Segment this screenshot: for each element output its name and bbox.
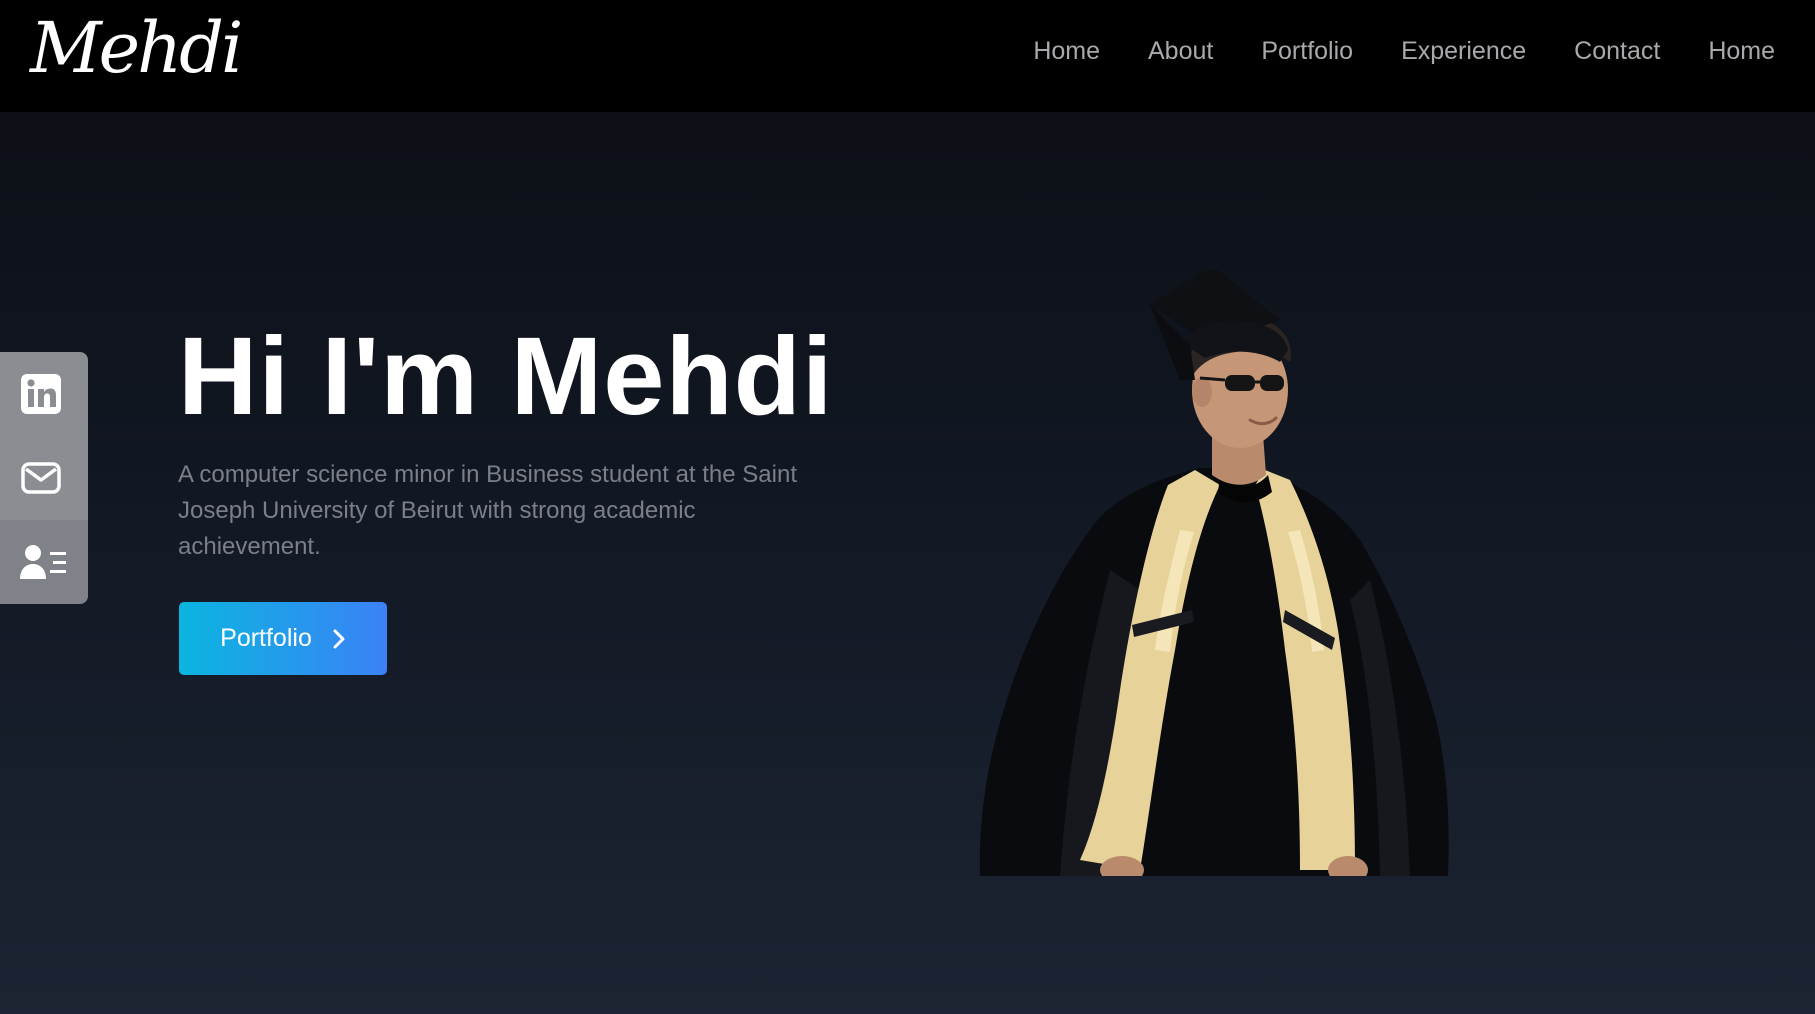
nav-link-portfolio[interactable]: Portfolio bbox=[1261, 34, 1353, 68]
navbar: Mehdi Home About Portfolio Experience Co… bbox=[0, 0, 1815, 112]
nav-link-home[interactable]: Home bbox=[1033, 34, 1100, 68]
mail-icon bbox=[21, 462, 61, 494]
nav-link-about[interactable]: About bbox=[1148, 34, 1213, 68]
resume-link[interactable] bbox=[0, 520, 88, 604]
email-link[interactable] bbox=[0, 436, 88, 520]
portfolio-button[interactable]: Portfolio bbox=[179, 602, 387, 675]
linkedin-icon bbox=[21, 374, 61, 414]
linkedin-link[interactable] bbox=[0, 352, 88, 436]
nav-menu: Home About Portfolio Experience Contact … bbox=[1033, 34, 1775, 68]
chevron-right-icon bbox=[333, 629, 345, 648]
portfolio-button-label: Portfolio bbox=[220, 624, 312, 652]
logo[interactable]: Mehdi bbox=[30, 0, 243, 100]
nav-link-home-2[interactable]: Home bbox=[1708, 34, 1775, 68]
resume-icon bbox=[20, 545, 66, 579]
nav-link-contact[interactable]: Contact bbox=[1574, 34, 1660, 68]
nav-link-experience[interactable]: Experience bbox=[1401, 34, 1526, 68]
hero-title: Hi I'm Mehdi bbox=[178, 315, 834, 438]
profile-photo bbox=[979, 270, 1449, 876]
social-sidebar bbox=[0, 352, 88, 604]
hero-description: A computer science minor in Business stu… bbox=[178, 461, 797, 560]
